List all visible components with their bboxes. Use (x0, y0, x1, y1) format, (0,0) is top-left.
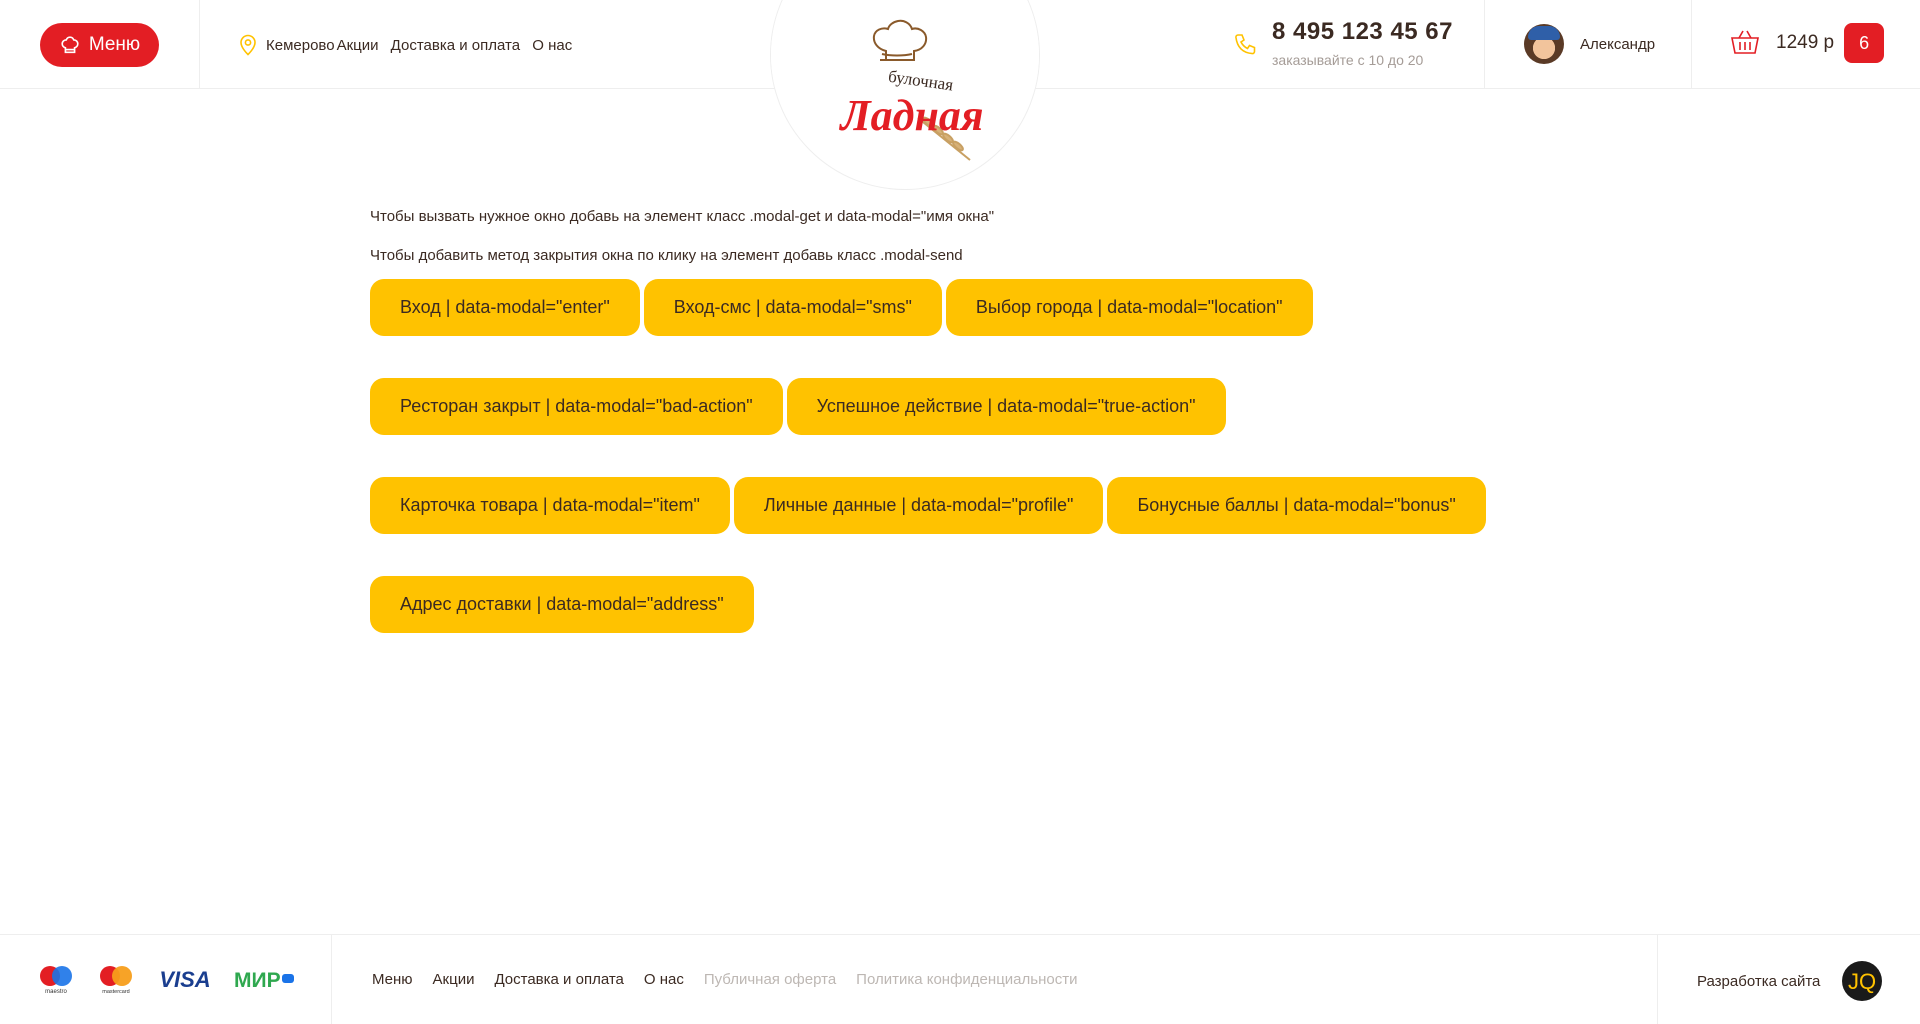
cart-sum: 1249 р (1776, 32, 1835, 53)
modal-bad-action-button[interactable]: Ресторан закрыт | data-modal="bad-action… (370, 378, 783, 435)
chef-hat-icon (61, 36, 79, 54)
modal-location-button[interactable]: Выбор города | data-modal="location" (945, 279, 1313, 336)
hint-close-modal: Чтобы добавить метод закрытия окна по кл… (370, 247, 963, 264)
bakery-logo[interactable]: булочная Ладная (820, 18, 1000, 168)
cart-button[interactable]: 1249 р 6 (1730, 23, 1885, 63)
divider (1657, 935, 1658, 1024)
user-profile-link[interactable]: Александр (1524, 24, 1655, 64)
svg-text:МИР: МИР (234, 969, 281, 991)
avatar (1524, 24, 1564, 64)
header-nav: Акции Доставка и оплата О нас (337, 37, 581, 54)
footer-link-offer[interactable]: Публичная оферта (704, 971, 836, 988)
visa-icon: VISA (159, 967, 210, 991)
divider (1691, 0, 1692, 89)
footer-link-promotions[interactable]: Акции (433, 971, 475, 988)
nav-link-about[interactable]: О нас (532, 37, 572, 54)
developer-link[interactable]: Разработка сайта JQ (1697, 961, 1883, 1001)
chef-hat-logo-icon (872, 19, 928, 61)
logo-main-text: Ладная (838, 91, 983, 140)
mir-icon: МИР (234, 969, 294, 991)
divider (331, 935, 332, 1024)
basket-icon (1731, 30, 1759, 54)
modal-sms-button[interactable]: Вход-смс | data-modal="sms" (643, 279, 942, 336)
menu-button[interactable]: Меню (40, 23, 159, 67)
modal-buttons: Вход | data-modal="enter" Вход-смс | dat… (370, 279, 1510, 633)
payment-methods: maestro mastercard VISA МИР (36, 963, 296, 995)
footer-nav: Меню Акции Доставка и оплата О нас Публи… (372, 971, 1077, 988)
cart-count-badge: 6 (1844, 23, 1885, 63)
mastercard-icon: mastercard (100, 966, 132, 995)
nav-link-promotions[interactable]: Акции (337, 37, 379, 54)
jq-logo-icon: JQ (1842, 961, 1883, 1001)
main-content: Чтобы вызвать нужное окно добавь на элем… (370, 206, 1570, 633)
svg-text:VISA: VISA (159, 967, 210, 991)
footer-link-about[interactable]: О нас (644, 971, 684, 988)
user-name: Александр (1580, 35, 1656, 53)
modal-item-button[interactable]: Карточка товара | data-modal="item" (370, 477, 730, 534)
footer-link-delivery[interactable]: Доставка и оплата (494, 971, 623, 988)
footer-link-menu[interactable]: Меню (372, 971, 413, 988)
modal-profile-button[interactable]: Личные данные | data-modal="profile" (733, 477, 1104, 534)
divider (1484, 0, 1485, 89)
working-hours: заказывайте с 10 до 20 (1272, 52, 1424, 68)
location-nav: Кемерово Акции Доставка и оплата О нас (238, 34, 580, 56)
modal-address-button[interactable]: Адрес доставки | data-modal="address" (370, 576, 754, 633)
footer-link-privacy[interactable]: Политика конфиденциальности (856, 971, 1077, 988)
modal-enter-button[interactable]: Вход | data-modal="enter" (370, 279, 640, 336)
developer-label: Разработка сайта (1697, 972, 1821, 990)
site-footer: maestro mastercard VISA МИР Меню Акции Д… (0, 934, 1920, 1024)
nav-link-delivery[interactable]: Доставка и оплата (391, 37, 520, 54)
modal-true-action-button[interactable]: Успешное действие | data-modal="true-act… (786, 378, 1226, 435)
phone-icon (1235, 34, 1256, 55)
phone-number[interactable]: 8 495 123 45 67 (1272, 18, 1453, 46)
svg-text:maestro: maestro (45, 989, 67, 995)
svg-text:JQ: JQ (1848, 969, 1876, 994)
maestro-icon: maestro (40, 966, 72, 995)
menu-button-label: Меню (88, 34, 141, 55)
hint-open-modal: Чтобы вызвать нужное окно добавь на элем… (370, 208, 995, 225)
svg-text:mastercard: mastercard (102, 989, 130, 995)
divider (199, 0, 200, 89)
location-pin-icon (240, 34, 256, 56)
city-selector[interactable]: Кемерово (266, 37, 335, 54)
phone-block: 8 495 123 45 67 заказывайте с 10 до 20 (1232, 18, 1453, 68)
modal-bonus-button[interactable]: Бонусные баллы | data-modal="bonus" (1107, 477, 1486, 534)
